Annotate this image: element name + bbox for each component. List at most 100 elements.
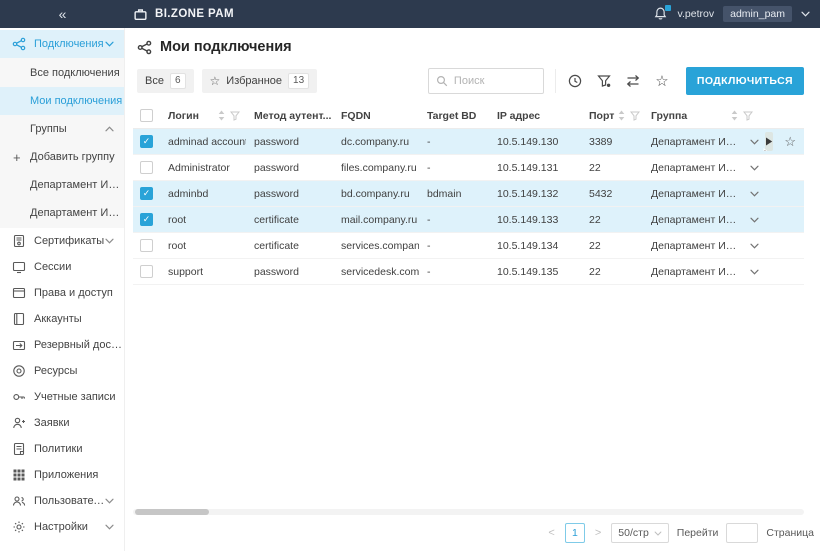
sidebar-item-users-groups[interactable]: Пользователи и гр... — [0, 488, 124, 514]
sidebar-item-backup-access[interactable]: Резервный доступ — [0, 332, 124, 358]
sidebar-item-settings[interactable]: Настройки — [0, 514, 124, 540]
table-row[interactable]: root certificate services.company.ru - 1… — [133, 233, 804, 259]
cell-ip: 10.5.149.135 — [497, 265, 559, 278]
sidebar-item-connections[interactable]: Подключения — [0, 30, 124, 58]
row-checkbox[interactable] — [140, 239, 153, 252]
sidebar-item-accounts[interactable]: Аккаунты — [0, 306, 124, 332]
filter-chip-favorites[interactable]: ☆ Избранное 13 — [201, 69, 318, 93]
cell-group[interactable]: Департамент ИТ - Linux — [643, 162, 759, 174]
group-chevron-icon[interactable] — [750, 217, 759, 223]
page-size-select[interactable]: 50/стр — [611, 523, 669, 543]
sidebar-item-sessions[interactable]: Сессии — [0, 254, 124, 280]
requests-icon — [12, 416, 26, 430]
sidebar-item-rights-access[interactable]: Права и доступ — [0, 280, 124, 306]
horizontal-scrollbar-thumb[interactable] — [135, 509, 209, 515]
cell-group[interactable]: Департамент ИТ - Windows — [643, 136, 759, 148]
cell-group[interactable]: Департамент ИТ - Linux — [643, 214, 759, 226]
cell-ip: 10.5.149.133 — [497, 213, 559, 226]
goto-page-input[interactable] — [726, 523, 759, 543]
table-row[interactable]: support password servicedesk.company.ru … — [133, 259, 804, 285]
sidebar-item-group-it-windows[interactable]: Департамент ИТ - Wind... — [0, 171, 124, 199]
sidebar-item-label: Ресурсы — [34, 365, 78, 377]
user-menu-chevron-icon[interactable] — [801, 11, 810, 17]
cell-fqdn: mail.company.ru — [341, 213, 418, 226]
row-checkbox[interactable] — [140, 265, 153, 278]
cell-port: 22 — [589, 239, 601, 252]
users-icon — [12, 494, 26, 508]
cell-port: 3389 — [589, 135, 613, 148]
group-chevron-icon[interactable] — [750, 269, 759, 275]
sort-settings-icon[interactable] — [625, 73, 641, 89]
row-checkbox[interactable] — [140, 213, 153, 226]
row-star-icon[interactable]: ☆ — [784, 135, 796, 148]
connect-button[interactable]: ПОДКЛЮЧИТЬСЯ — [685, 67, 804, 95]
cell-group[interactable]: Департамент ИТ - Linux — [643, 266, 759, 278]
sidebar-item-label: Группы — [30, 123, 67, 135]
group-chevron-icon[interactable] — [750, 139, 759, 145]
filter-icon[interactable] — [743, 111, 753, 121]
collapse-sidebar-icon[interactable]: « — [59, 7, 67, 21]
sidebar-collapse-zone: « — [0, 7, 125, 21]
sidebar-item-label: Все подключения — [30, 67, 120, 79]
page-number[interactable]: 1 — [564, 523, 585, 543]
horizontal-scrollbar — [133, 509, 804, 515]
filter-funnel-icon[interactable] — [596, 73, 612, 89]
prev-page-icon[interactable]: < — [546, 527, 556, 539]
sort-icon[interactable] — [218, 110, 225, 121]
sidebar-item-label: Приложения — [34, 469, 99, 481]
filter-icon[interactable] — [630, 111, 641, 121]
sort-icon[interactable] — [618, 110, 625, 121]
cell-login: Administrator — [168, 161, 230, 174]
sidebar-item-requests[interactable]: Заявки — [0, 410, 124, 436]
row-checkbox[interactable] — [140, 187, 153, 200]
table-row[interactable]: root certificate mail.company.ru - 10.5.… — [133, 207, 804, 233]
cell-ip: 10.5.149.130 — [497, 135, 559, 148]
favorites-star-icon[interactable]: ☆ — [654, 73, 670, 89]
sidebar-item-resources[interactable]: Ресурсы — [0, 358, 124, 384]
cell-group[interactable]: Департамент ИТ - Linux — [643, 240, 759, 252]
sidebar-item-group-it-linux[interactable]: Департамент ИТ - Linux — [0, 199, 124, 227]
chip-label: Все — [145, 75, 164, 87]
sidebar-item-add-group[interactable]: + Добавить группу — [0, 143, 124, 171]
next-page-icon[interactable]: > — [593, 527, 603, 539]
cell-fqdn: services.company.ru — [341, 239, 419, 252]
notifications-bell-icon[interactable] — [653, 5, 671, 22]
sidebar-item-credentials[interactable]: Учетные записи — [0, 384, 124, 410]
history-icon[interactable] — [567, 73, 583, 89]
select-all-checkbox[interactable] — [140, 109, 153, 122]
column-header-auth-method[interactable]: Метод аутент... — [246, 110, 333, 122]
user-name: v.petrov — [677, 8, 715, 20]
search-input[interactable] — [453, 75, 536, 87]
column-label: Логин — [168, 109, 199, 122]
group-chevron-icon[interactable] — [750, 243, 759, 249]
column-header-ip[interactable]: IP адрес — [489, 110, 581, 122]
table-row[interactable]: adminbd password bd.company.ru bdmain 10… — [133, 181, 804, 207]
play-connect-icon[interactable] — [765, 132, 774, 151]
sort-icon[interactable] — [731, 110, 738, 121]
row-checkbox[interactable] — [140, 161, 153, 174]
table-row[interactable]: Administrator password files.company.ru … — [133, 155, 804, 181]
chip-label: Избранное — [226, 75, 283, 87]
sidebar-item-my-connections[interactable]: Мои подключения — [0, 87, 124, 115]
chevron-down-icon — [105, 524, 114, 530]
filter-icon[interactable] — [230, 111, 240, 121]
column-header-login[interactable]: Логин — [160, 110, 246, 122]
group-chevron-icon[interactable] — [750, 165, 759, 171]
sidebar-item-applications[interactable]: Приложения — [0, 462, 124, 488]
column-header-group[interactable]: Группа — [643, 110, 759, 122]
sidebar-item-certificates[interactable]: Сертификаты — [0, 228, 124, 254]
row-checkbox[interactable] — [140, 135, 153, 148]
sidebar-item-all-connections[interactable]: Все подключения — [0, 59, 124, 87]
column-header-port[interactable]: Порт — [581, 110, 643, 122]
chevron-down-icon — [654, 531, 662, 536]
group-chevron-icon[interactable] — [750, 191, 759, 197]
column-header-target-bd[interactable]: Target BD — [419, 110, 489, 122]
column-header-fqdn[interactable]: FQDN — [333, 110, 419, 122]
role-badge[interactable]: admin_pam — [723, 6, 792, 22]
table-row[interactable]: adminad account password dc.company.ru -… — [133, 129, 804, 155]
cell-fqdn: files.company.ru — [341, 161, 417, 174]
sidebar-item-groups[interactable]: Группы — [0, 115, 124, 143]
cell-group[interactable]: Департамент ИТ - БД — [643, 188, 759, 200]
sidebar-item-policies[interactable]: Политики — [0, 436, 124, 462]
filter-chip-all[interactable]: Все 6 — [137, 69, 194, 93]
